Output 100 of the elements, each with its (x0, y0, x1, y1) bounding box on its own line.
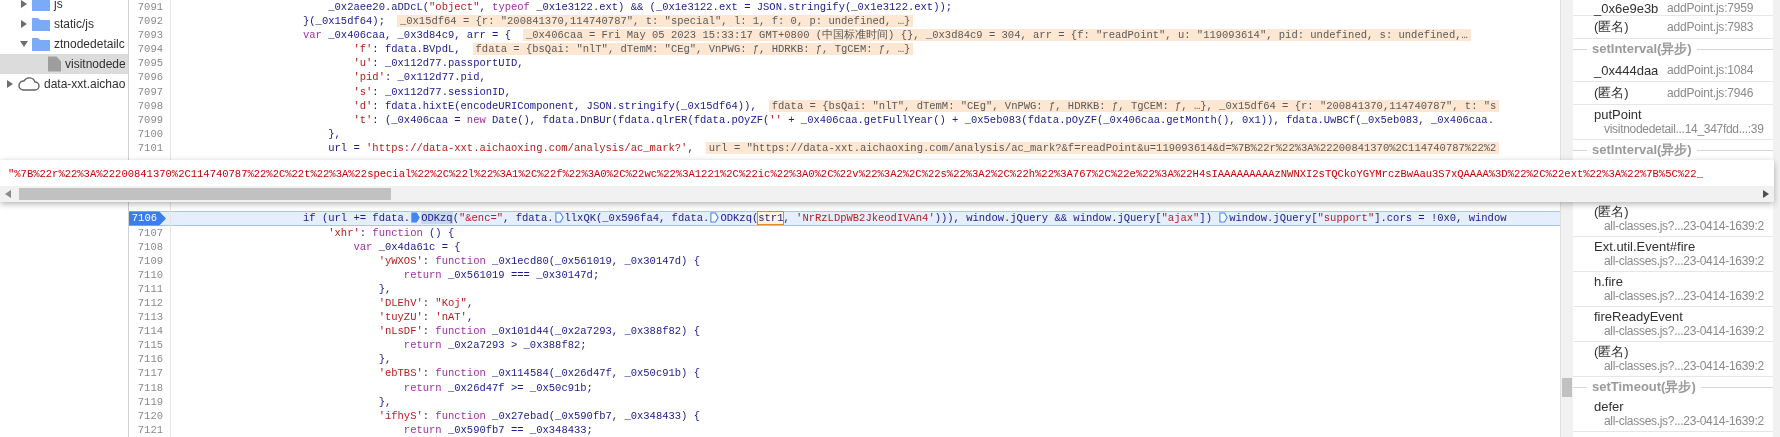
source-location[interactable]: visitnodedetail...14_347fdd...:39 (1594, 122, 1764, 137)
function-name: (匿名) (1594, 204, 1629, 219)
code-text: ODKzq("&enc=", fdata. (421, 212, 554, 225)
code-text: return _0x26d47f >= _0x50c91b; (402, 381, 593, 394)
code-text: }(_0x15df64); (302, 15, 385, 28)
code-text: llxQK(_0x596fa4, fdata. (564, 212, 710, 225)
code-text: 'u': _0x112d77.passportUID, (352, 57, 524, 70)
code-text: 'pid': _0x112d77.pid, (352, 71, 486, 84)
line-number: 7119 (136, 394, 164, 409)
source-location[interactable]: all-classes.js?...23-0414-1639:2 (1594, 324, 1764, 339)
function-name: (匿名) (1594, 18, 1630, 36)
code-text: 'f': fdata.BVpdL, (352, 43, 461, 56)
line-number: 7094 (136, 42, 164, 57)
inline-value-hint: url = "https://data-xxt.aichaoxing.com/analysis/ac_mark?&f=readPoint&u=119093614&d=%7B%22r%22%3A%22200841370%2C114740787%22%2 (705, 141, 1500, 154)
line-number: 7114 (136, 324, 164, 339)
line-number: 7113 (136, 310, 164, 325)
line-number: 7112 (136, 295, 164, 311)
file-tree-item[interactable]: js (0, 0, 128, 14)
line-number: 7107 (136, 225, 164, 240)
line-number: 7091 (136, 0, 164, 15)
folder-icon (32, 17, 50, 31)
async-boundary-label: setInterval(异步) (1592, 40, 1692, 58)
code-text: }, (327, 127, 341, 140)
function-name: putPoint (1594, 107, 1642, 122)
code-text: ODKzq(str1, 'NrRzLDpWB2JkeodIVAn4'))), window.jQuery && window.jQuery["ajax"]) (720, 212, 1213, 225)
caret-right-icon[interactable] (20, 0, 28, 8)
code-text: }, (377, 282, 392, 295)
async-boundary-label: setInterval(异步) (1592, 141, 1692, 159)
source-location[interactable]: addPoint.js:1084 (1667, 63, 1754, 77)
file-tree-item[interactable]: ztnodedetailc (0, 34, 128, 54)
line-number: 7118 (136, 380, 164, 395)
line-number: 7115 (136, 338, 164, 353)
inline-value-hint: _0x406caa = Fri May 05 2023 15:33:17 GMT+0800 (中国标准时间) {}, _0x3d84c9 = 304, arr = {f: "readPoint", u: "119093614", pid: undefined, s: undefined,… (522, 29, 1471, 42)
string-value: "%7B%22r%22%3A%22200841370%2C114740787%22%2C%22t%22%3A%22special%22%2C%22l%22%3A1%2C%22f%22%3A0%2C%22wc%22%3A1221%2C%22ic%22%3A0%2C%22v%22%3A2%2C%22s%22%3A2%2C%22h%22%3A767%2C%22e%22%3A%22H4sIAAAAAAAAAzNWNXI2sTQCkoYGYMrczBwAau3S7xQAAAA%3D%22%2C%22ext%22%3A%22%7B%5C%22_ (8, 167, 1703, 182)
code-text: 'd': fdata.hixtE(encodeURIComponent, JSON.stringify(_0x15df64)), (352, 99, 757, 112)
code-text: 'nLsDF': function _0x101d44(_0x2a7293, _0x388f82) { (377, 325, 701, 338)
code-text: if (url += fdata. (302, 212, 411, 225)
scrollbar[interactable] (1773, 0, 1780, 437)
caret-down-icon[interactable] (20, 40, 28, 48)
line-number: 7106 (129, 211, 166, 226)
source-location[interactable]: all-classes.js?...23-0414-1639:2 (1594, 414, 1764, 429)
caret-right-icon[interactable] (20, 20, 28, 28)
file-tree-item[interactable]: visitnodede (0, 54, 128, 74)
horizontal-scrollbar[interactable] (0, 186, 1774, 202)
breakpoint-marker-icon[interactable] (710, 212, 720, 224)
line-number: 7111 (136, 281, 164, 296)
line-number: 7101 (136, 140, 164, 156)
source-location[interactable]: addPoint.js:7983 (1667, 20, 1754, 34)
function-name: fireReadyEvent (1594, 309, 1683, 324)
code-text: 'yWXOS': function _0x1ecd80(_0x561019, _0x30147d) { (377, 254, 701, 267)
code-text: return _0x2a7293 > _0x388f82; (402, 339, 587, 352)
code-text: return _0x561019 === _0x30147d; (402, 268, 600, 281)
function-name: h.fire (1594, 274, 1623, 289)
line-number: 7097 (136, 84, 164, 99)
caret-right-icon[interactable] (6, 80, 14, 88)
line-number: 7121 (136, 422, 164, 437)
source-location[interactable]: addPoint.js:7946 (1667, 86, 1754, 100)
line-number: 7116 (136, 352, 164, 367)
line-number: 7093 (136, 28, 164, 43)
code-text: }, (377, 353, 392, 366)
breakpoint-marker-icon[interactable] (1219, 212, 1229, 224)
line-number: 7120 (136, 408, 164, 423)
line-number: 7096 (136, 70, 164, 85)
scroll-right-icon[interactable] (1763, 190, 1769, 198)
code-text: return _0x590fb7 == _0x348433; (402, 423, 593, 436)
line-number: 7098 (136, 98, 164, 113)
code-text: _0x2aee20.aDDcL("object", typeof _0x1e3122.ext) && (_0x1e3122.ext = JSON.stringify(_0x1e3122.ext)); (327, 1, 953, 13)
code-text: var _0x406caa, _0x3d84c9, arr = { (302, 29, 511, 42)
function-name: (匿名) (1594, 84, 1630, 102)
code-text: 's': _0x112d77.sessionID, (352, 85, 511, 98)
source-location[interactable]: all-classes.js?...23-0414-1639:2 (1594, 359, 1764, 374)
function-name: (匿名) (1594, 344, 1629, 359)
line-number: 7108 (136, 239, 164, 254)
source-location[interactable]: all-classes.js?...23-0414-1639:2 (1594, 219, 1764, 234)
code-text: var _0x4da61c = { (352, 240, 461, 253)
scroll-left-icon[interactable] (5, 190, 11, 198)
file-tree-item[interactable]: data-xxt.aichao (0, 74, 128, 94)
line-number: 7110 (136, 267, 164, 282)
line-number: 7117 (136, 366, 164, 381)
code-text: }, (377, 395, 392, 408)
folder-icon (32, 0, 50, 11)
inline-value-hint: _0x15df64 = {r: "200841370,114740787", t: "special", l: 1, f: 0, p: undefined, …} (396, 15, 914, 28)
code-text: window.jQuery["support"].cors = !0x0, window (1229, 212, 1507, 225)
source-location[interactable]: all-classes.js?...23-0414-1639:2 (1594, 289, 1764, 304)
code-text: 'ifhyS': function _0x27ebad(_0x590fb7, _0x348433) { (377, 409, 701, 422)
line-number: 7092 (136, 14, 164, 29)
code-text: 'DLEhV': "Koj", (377, 296, 474, 309)
line-number: 7100 (136, 126, 164, 141)
cloud-icon (18, 77, 40, 91)
source-location[interactable]: addPoint.js:7959 (1667, 2, 1754, 15)
function-name: defer (1594, 399, 1624, 414)
call-frame[interactable]: _0x6e9e3b addPoint.js:7959 (1573, 0, 1773, 16)
function-name: _0x6e9e3b (1594, 2, 1660, 15)
code-text: 't': (_0x406caa = new Date(), fdata.DnBUr(fdata.qlrER(fdata.pOyZF('' + _0x406caa.getFullYear() + _0x5eb083(fdata.pOyZF(_0x406caa.getMonth(), 0x1)), fdata.UwBCf(_0x5eb083, _0x406caa. (352, 113, 1494, 126)
line-number: 7099 (136, 112, 164, 127)
source-location[interactable]: all-classes.js?...23-0414-1639:2 (1594, 254, 1764, 269)
function-name: _0x444daa (1594, 62, 1660, 78)
file-tree-item[interactable]: static/js (0, 14, 128, 34)
breakpoint-marker-icon[interactable] (554, 212, 564, 224)
inline-value-hint: fdata = {bsQai: "nlT", dTemM: "CEg", VnPWG: ƒ, HDRKB: ƒ, TgCEM: ƒ, …}, _0x15df64 = {r: "200841370,114740787", t: "s (768, 99, 1500, 112)
